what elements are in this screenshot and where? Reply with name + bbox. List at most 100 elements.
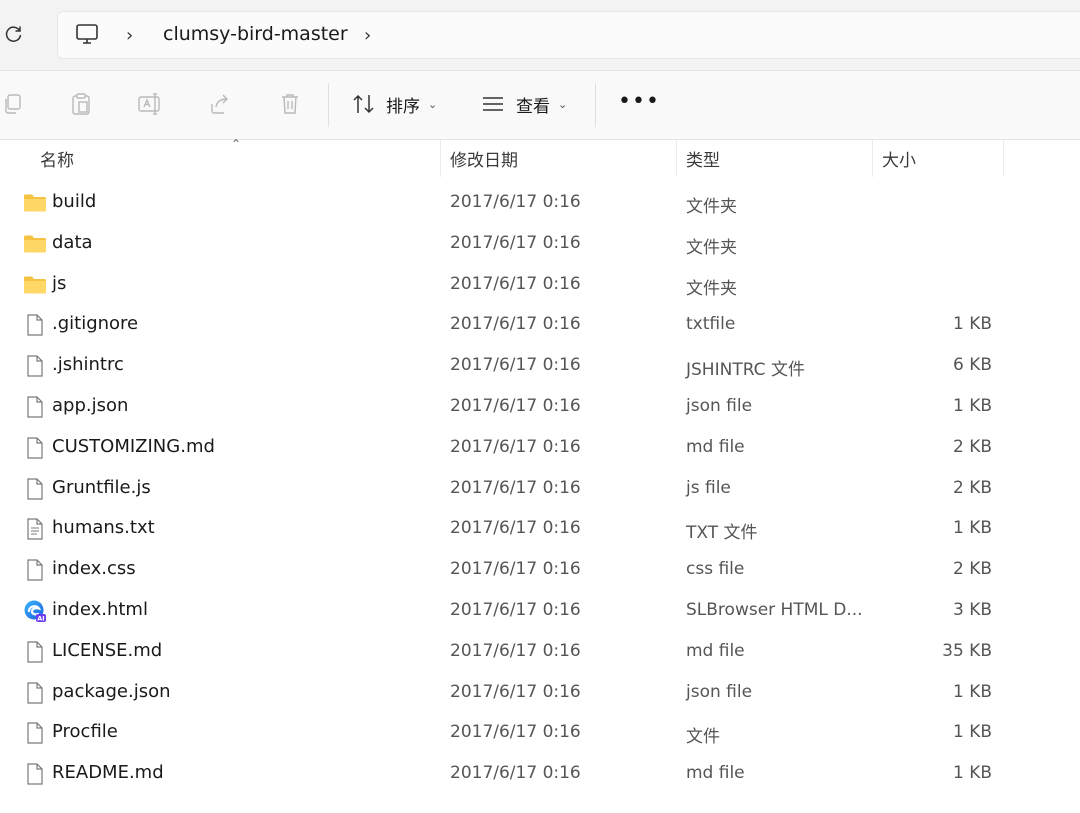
file-size: 1 KB bbox=[952, 518, 992, 539]
file-type: txtfile bbox=[686, 314, 736, 335]
address-bar[interactable]: › clumsy-bird-master › bbox=[57, 11, 1080, 59]
column-header-name[interactable]: 名称 bbox=[40, 139, 74, 177]
file-size: 1 KB bbox=[952, 314, 992, 335]
sort-icon bbox=[352, 93, 376, 115]
delete-icon[interactable] bbox=[277, 91, 303, 117]
file-modified: 2017/6/17 0:16 bbox=[450, 192, 581, 212]
file-name: LICENSE.md bbox=[52, 639, 163, 661]
file-name: humans.txt bbox=[52, 517, 155, 539]
chevron-down-icon: ⌄ bbox=[428, 97, 438, 111]
column-divider[interactable] bbox=[440, 139, 441, 177]
file-modified: 2017/6/17 0:16 bbox=[450, 599, 581, 620]
view-icon bbox=[482, 95, 504, 113]
file-modified: 2017/6/17 0:16 bbox=[450, 640, 581, 661]
svg-text:AI: AI bbox=[37, 614, 44, 622]
file-modified: 2017/6/17 0:16 bbox=[450, 273, 581, 294]
file-modified: 2017/6/17 0:16 bbox=[450, 232, 581, 253]
folder-icon bbox=[23, 232, 47, 256]
file-list: build 2017/6/17 0:16 文件夹 data 2017/6/17 0:1… bbox=[0, 182, 1080, 794]
file-size: 1 KB bbox=[952, 395, 992, 416]
file-type: 文件 bbox=[686, 727, 720, 748]
this-pc-icon[interactable] bbox=[75, 22, 99, 50]
file-row[interactable]: app.json 2017/6/17 0:16 json file 1 KB bbox=[0, 386, 1080, 427]
breadcrumb-chevron-icon[interactable]: › bbox=[364, 25, 371, 46]
breadcrumb-item[interactable]: clumsy-bird-master bbox=[163, 23, 348, 45]
view-label: 查看 bbox=[516, 96, 550, 117]
view-button[interactable]: 查看 ⌄ bbox=[482, 90, 567, 118]
column-divider[interactable] bbox=[1003, 139, 1004, 177]
file-size: 3 KB bbox=[952, 599, 992, 620]
file-modified: 2017/6/17 0:16 bbox=[450, 559, 581, 580]
browser-html-icon: AI bbox=[23, 599, 47, 623]
file-modified: 2017/6/17 0:16 bbox=[450, 681, 581, 702]
file-type: 文件夹 bbox=[686, 278, 737, 299]
file-icon bbox=[23, 436, 47, 460]
file-icon bbox=[23, 395, 47, 419]
column-header-size[interactable]: 大小 bbox=[882, 139, 916, 177]
file-size: 6 KB bbox=[952, 355, 992, 376]
column-divider[interactable] bbox=[872, 139, 873, 177]
file-row[interactable]: package.json 2017/6/17 0:16 json file 1 KB bbox=[0, 672, 1080, 713]
file-row[interactable]: Gruntfile.js 2017/6/17 0:16 js file 2 KB bbox=[0, 468, 1080, 509]
folder-icon bbox=[23, 273, 47, 297]
file-type: JSHINTRC 文件 bbox=[686, 360, 805, 381]
file-row[interactable]: js 2017/6/17 0:16 文件夹 bbox=[0, 264, 1080, 305]
folder-icon bbox=[23, 191, 47, 215]
rename-icon[interactable] bbox=[137, 91, 163, 117]
file-row[interactable]: Procfile 2017/6/17 0:16 文件 1 KB bbox=[0, 712, 1080, 753]
file-icon bbox=[23, 762, 47, 786]
file-name: .jshintrc bbox=[52, 354, 124, 376]
file-size: 2 KB bbox=[952, 436, 992, 457]
file-row[interactable]: build 2017/6/17 0:16 文件夹 bbox=[0, 182, 1080, 223]
refresh-icon[interactable] bbox=[0, 18, 28, 50]
sort-label: 排序 bbox=[386, 96, 420, 117]
file-name: build bbox=[52, 191, 97, 212]
file-row[interactable]: data 2017/6/17 0:16 文件夹 bbox=[0, 223, 1080, 264]
file-row[interactable]: index.css 2017/6/17 0:16 css file 2 KB bbox=[0, 549, 1080, 590]
file-icon bbox=[23, 313, 47, 337]
file-size: 1 KB bbox=[952, 681, 992, 702]
share-icon[interactable] bbox=[207, 91, 233, 117]
copy-icon[interactable] bbox=[0, 91, 26, 117]
file-name: package.json bbox=[52, 680, 171, 702]
file-type: md file bbox=[686, 436, 745, 457]
file-icon bbox=[23, 477, 47, 501]
file-row[interactable]: humans.txt 2017/6/17 0:16 TXT 文件 1 KB bbox=[0, 508, 1080, 549]
file-name: CUSTOMIZING.md bbox=[52, 435, 215, 457]
file-row[interactable]: .gitignore 2017/6/17 0:16 txtfile 1 KB bbox=[0, 304, 1080, 345]
column-header-type[interactable]: 类型 bbox=[686, 139, 720, 177]
file-modified: 2017/6/17 0:16 bbox=[450, 436, 581, 457]
file-type: md file bbox=[686, 763, 745, 784]
file-row[interactable]: README.md 2017/6/17 0:16 md file 1 KB bbox=[0, 753, 1080, 794]
file-modified: 2017/6/17 0:16 bbox=[450, 477, 581, 498]
file-type: css file bbox=[686, 559, 745, 580]
file-row[interactable]: .jshintrc 2017/6/17 0:16 JSHINTRC 文件 6 KB bbox=[0, 345, 1080, 386]
file-row[interactable]: LICENSE.md 2017/6/17 0:16 md file 35 KB bbox=[0, 631, 1080, 672]
paste-icon[interactable] bbox=[68, 91, 94, 117]
file-type: 文件夹 bbox=[686, 237, 737, 258]
file-icon bbox=[23, 681, 47, 705]
file-name: Procfile bbox=[52, 721, 118, 743]
file-type: md file bbox=[686, 640, 745, 661]
file-modified: 2017/6/17 0:16 bbox=[450, 763, 581, 784]
file-name: js bbox=[52, 272, 67, 294]
file-type: TXT 文件 bbox=[686, 523, 758, 544]
more-options-button[interactable]: ••• bbox=[618, 91, 660, 113]
file-size: 35 KB bbox=[942, 640, 992, 661]
file-row[interactable]: CUSTOMIZING.md 2017/6/17 0:16 md file 2 KB bbox=[0, 427, 1080, 468]
file-modified: 2017/6/17 0:16 bbox=[450, 314, 581, 335]
file-name: .gitignore bbox=[52, 313, 139, 335]
column-divider[interactable] bbox=[676, 139, 677, 177]
file-modified: 2017/6/17 0:16 bbox=[450, 722, 581, 743]
file-size: 1 KB bbox=[952, 722, 992, 743]
sort-button[interactable]: 排序 ⌄ bbox=[352, 90, 437, 118]
toolbar-divider bbox=[595, 83, 596, 127]
breadcrumb-chevron-icon[interactable]: › bbox=[126, 25, 133, 46]
file-name: app.json bbox=[52, 394, 129, 416]
file-name: index.css bbox=[52, 558, 136, 580]
column-header-modified[interactable]: 修改日期 bbox=[450, 139, 518, 177]
command-bar: 排序 ⌄ 查看 ⌄ ••• bbox=[0, 70, 1080, 140]
file-name: index.html bbox=[52, 598, 148, 620]
file-row[interactable]: AI index.html 2017/6/17 0:16 SLBrowser HTML… bbox=[0, 590, 1080, 631]
chevron-down-icon: ⌄ bbox=[558, 97, 568, 111]
